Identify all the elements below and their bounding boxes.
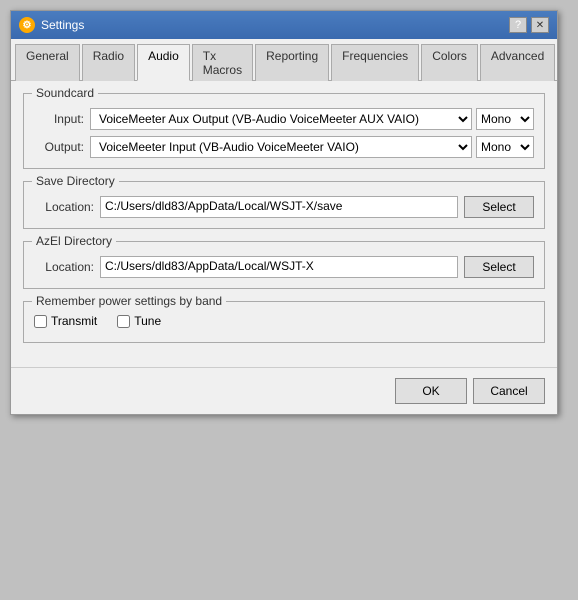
output-combo-wrapper: VoiceMeeter Input (VB-Audio VoiceMeeter … [90, 136, 534, 158]
input-select[interactable]: VoiceMeeter Aux Output (VB-Audio VoiceMe… [90, 108, 472, 130]
save-directory-group: Save Directory Location: C:/Users/dld83/… [23, 181, 545, 229]
bottom-bar: OK Cancel [11, 367, 557, 414]
ok-button[interactable]: OK [395, 378, 467, 404]
power-settings-title: Remember power settings by band [32, 294, 226, 308]
soundcard-title: Soundcard [32, 86, 98, 100]
tab-frequencies[interactable]: Frequencies [331, 44, 419, 81]
title-bar-controls: ? ✕ [509, 17, 549, 33]
tab-radio[interactable]: Radio [82, 44, 135, 81]
settings-icon: ⚙ [19, 17, 35, 33]
azel-location-label: Location: [34, 260, 94, 274]
tab-general[interactable]: General [15, 44, 80, 81]
output-select[interactable]: VoiceMeeter Input (VB-Audio VoiceMeeter … [90, 136, 472, 158]
soundcard-group: Soundcard Input: VoiceMeeter Aux Output … [23, 93, 545, 169]
tab-advanced[interactable]: Advanced [480, 44, 555, 81]
save-location-label: Location: [34, 200, 94, 214]
output-row: Output: VoiceMeeter Input (VB-Audio Voic… [34, 136, 534, 158]
azel-location-path: C:/Users/dld83/AppData/Local/WSJT-X [100, 256, 458, 278]
tune-checkbox[interactable] [117, 315, 130, 328]
azel-directory-title: AzEl Directory [32, 234, 116, 248]
tune-checkbox-item[interactable]: Tune [117, 314, 161, 328]
save-select-button[interactable]: Select [464, 196, 534, 218]
title-bar: ⚙ Settings ? ✕ [11, 11, 557, 39]
tab-audio[interactable]: Audio [137, 44, 190, 81]
help-button[interactable]: ? [509, 17, 527, 33]
output-label: Output: [34, 140, 84, 154]
tab-bar: General Radio Audio Tx Macros Reporting … [11, 39, 557, 81]
settings-window: ⚙ Settings ? ✕ General Radio Audio Tx Ma… [10, 10, 558, 415]
title-bar-left: ⚙ Settings [19, 17, 84, 33]
save-location-path: C:/Users/dld83/AppData/Local/WSJT-X/save [100, 196, 458, 218]
azel-directory-group: AzEl Directory Location: C:/Users/dld83/… [23, 241, 545, 289]
tab-reporting[interactable]: Reporting [255, 44, 329, 81]
power-checkboxes-row: Transmit Tune [34, 310, 534, 332]
save-location-row: Location: C:/Users/dld83/AppData/Local/W… [34, 196, 534, 218]
transmit-checkbox-item[interactable]: Transmit [34, 314, 97, 328]
window-title: Settings [41, 18, 84, 32]
input-mono-select[interactable]: MonoStereoLeftRight [476, 108, 534, 130]
input-label: Input: [34, 112, 84, 126]
power-settings-group: Remember power settings by band Transmit… [23, 301, 545, 343]
tab-colors[interactable]: Colors [421, 44, 478, 81]
close-button[interactable]: ✕ [531, 17, 549, 33]
cancel-button[interactable]: Cancel [473, 378, 545, 404]
tune-label: Tune [134, 314, 161, 328]
output-mono-select[interactable]: MonoStereoLeftRight [476, 136, 534, 158]
azel-select-button[interactable]: Select [464, 256, 534, 278]
tab-tx-macros[interactable]: Tx Macros [192, 44, 253, 81]
transmit-checkbox[interactable] [34, 315, 47, 328]
azel-location-row: Location: C:/Users/dld83/AppData/Local/W… [34, 256, 534, 278]
input-combo-wrapper: VoiceMeeter Aux Output (VB-Audio VoiceMe… [90, 108, 534, 130]
content-area: Soundcard Input: VoiceMeeter Aux Output … [11, 81, 557, 367]
soundcard-content: Input: VoiceMeeter Aux Output (VB-Audio … [34, 108, 534, 158]
save-directory-title: Save Directory [32, 174, 119, 188]
input-row: Input: VoiceMeeter Aux Output (VB-Audio … [34, 108, 534, 130]
transmit-label: Transmit [51, 314, 97, 328]
